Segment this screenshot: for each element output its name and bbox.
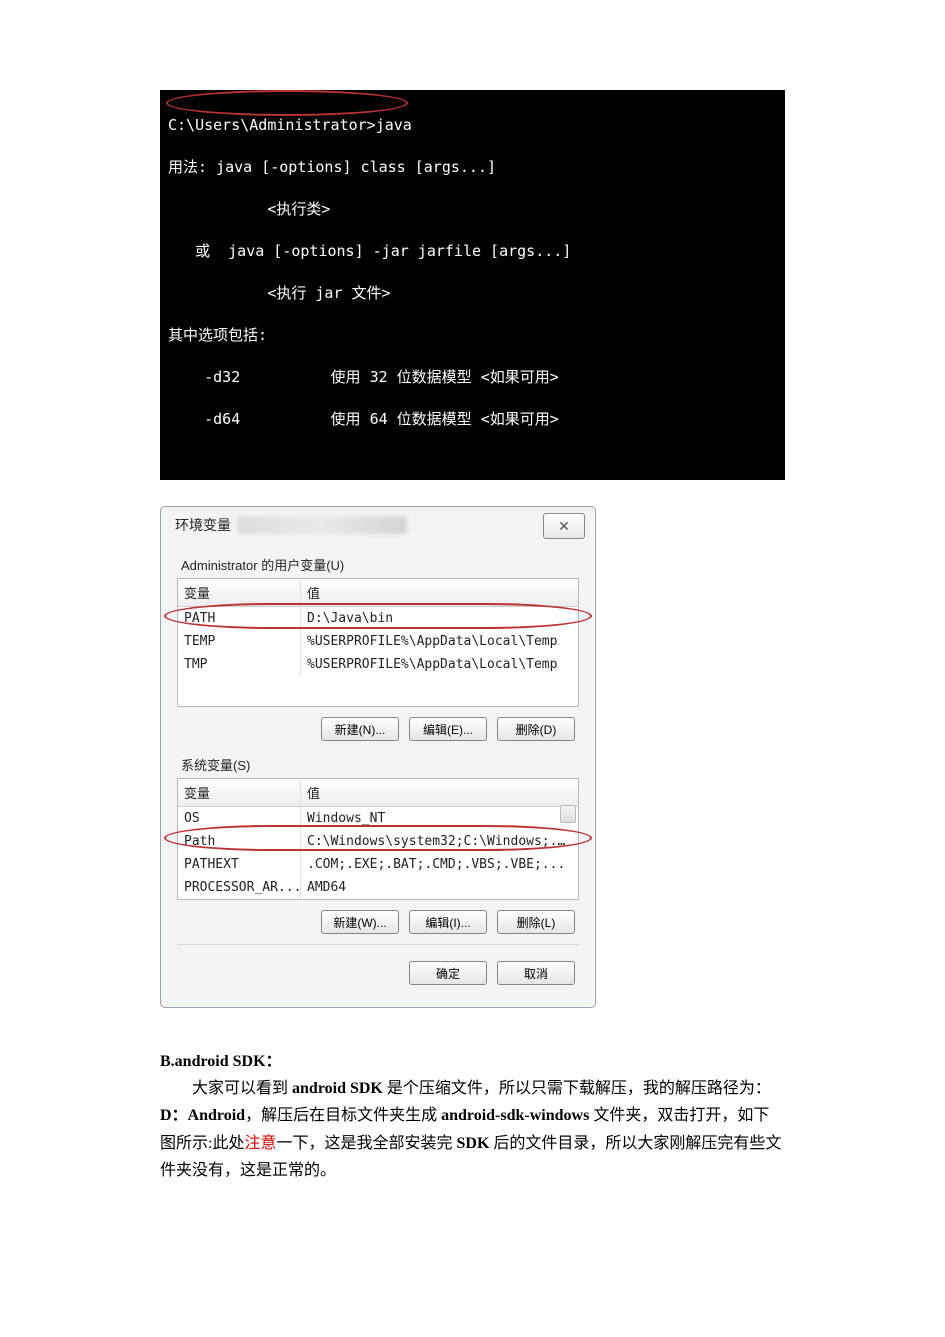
table-row[interactable]: TMP %USERPROFILE%\AppData\Local\Temp	[178, 653, 578, 676]
table-row[interactable]: PATHEXT .COM;.EXE;.BAT;.CMD;.VBS;.VBE;..…	[178, 853, 578, 876]
var-name: OS	[178, 807, 301, 830]
var-value: Windows_NT	[301, 807, 578, 830]
annotation-ellipse-icon	[166, 90, 408, 116]
scrollbar-thumb[interactable]	[560, 805, 576, 823]
var-name: PATHEXT	[178, 853, 301, 876]
text: ，解压后在目标文件夹生成	[245, 1107, 441, 1124]
text-bold: android SDK	[292, 1080, 383, 1097]
cancel-button[interactable]: 取消	[497, 961, 575, 985]
table-row[interactable]: Path C:\Windows\system32;C:\Windows;...	[178, 830, 578, 853]
env-vars-dialog: 环境变量 ✕ Administrator 的用户变量(U) 变量 值 PATH …	[160, 506, 596, 1008]
system-vars-label: 系统变量(S)	[181, 755, 579, 774]
delete-user-var-button[interactable]: 删除(D)	[497, 717, 575, 741]
text: 是个压缩文件，所以只需下载解压，我的解压路径为：	[383, 1080, 771, 1097]
dialog-title: 环境变量	[175, 515, 231, 535]
user-vars-label: Administrator 的用户变量(U)	[181, 555, 579, 574]
var-value: AMD64	[301, 876, 578, 899]
console-line: <执行类>	[168, 200, 330, 218]
user-vars-list[interactable]: 变量 值 PATH D:\Java\bin TEMP %USERPROFILE%…	[177, 578, 579, 707]
text-bold: SDK	[456, 1135, 489, 1152]
article-body: B.android SDK： 大家可以看到 android SDK 是个压缩文件…	[160, 1048, 785, 1184]
new-sys-var-button[interactable]: 新建(W)...	[321, 910, 399, 934]
console-line: 用法: java [-options] class [args...]	[168, 158, 496, 176]
separator	[177, 944, 579, 945]
console-line: 或 java [-options] -jar jarfile [args...]	[168, 242, 571, 260]
paragraph: 大家可以看到 android SDK 是个压缩文件，所以只需下载解压，我的解压路…	[160, 1075, 785, 1184]
var-value: %USERPROFILE%\AppData\Local\Temp	[301, 630, 578, 653]
console-line: -d32 使用 32 位数据模型 <如果可用>	[168, 368, 559, 386]
column-header-value: 值	[301, 779, 578, 806]
var-value: D:\Java\bin	[301, 607, 578, 630]
text-highlight: 注意	[244, 1135, 276, 1152]
var-name: Path	[178, 830, 301, 853]
table-row[interactable]: OS Windows_NT	[178, 807, 578, 830]
edit-sys-var-button[interactable]: 编辑(I)...	[409, 910, 487, 934]
table-row[interactable]: PATH D:\Java\bin	[178, 607, 578, 630]
var-name: TMP	[178, 653, 301, 676]
var-name: PATH	[178, 607, 301, 630]
table-row[interactable]: TEMP %USERPROFILE%\AppData\Local\Temp	[178, 630, 578, 653]
var-name: PROCESSOR_AR...	[178, 876, 301, 899]
text-bold: android-sdk-windows	[441, 1107, 589, 1124]
console-line: C:\Users\Administrator>java	[168, 116, 412, 134]
close-button[interactable]: ✕	[543, 513, 585, 539]
text-bold: D：Android	[160, 1107, 245, 1124]
column-header-name: 变量	[178, 579, 301, 606]
text: 大家可以看到	[192, 1080, 292, 1097]
console-line: 其中选项包括:	[168, 326, 267, 344]
system-vars-list[interactable]: 变量 值 OS Windows_NT Path C:\Windows\syste…	[177, 778, 579, 900]
var-value: .COM;.EXE;.BAT;.CMD;.VBS;.VBE;...	[301, 853, 578, 876]
text: 一下，这是我全部安装完	[276, 1135, 456, 1152]
console-line: <执行 jar 文件>	[168, 284, 391, 302]
close-icon: ✕	[558, 518, 570, 535]
column-header-value: 值	[301, 579, 578, 606]
var-value: %USERPROFILE%\AppData\Local\Temp	[301, 653, 578, 676]
cmd-console: C:\Users\Administrator>java 用法: java [-o…	[160, 90, 785, 480]
column-header-name: 变量	[178, 779, 301, 806]
section-heading: B.android SDK：	[160, 1048, 785, 1075]
delete-sys-var-button[interactable]: 删除(L)	[497, 910, 575, 934]
var-value: C:\Windows\system32;C:\Windows;...	[301, 830, 578, 853]
var-name: TEMP	[178, 630, 301, 653]
redacted-blur	[237, 516, 407, 534]
console-line: -d64 使用 64 位数据模型 <如果可用>	[168, 410, 559, 428]
ok-button[interactable]: 确定	[409, 961, 487, 985]
edit-user-var-button[interactable]: 编辑(E)...	[409, 717, 487, 741]
table-row[interactable]: PROCESSOR_AR... AMD64	[178, 876, 578, 899]
new-user-var-button[interactable]: 新建(N)...	[321, 717, 399, 741]
